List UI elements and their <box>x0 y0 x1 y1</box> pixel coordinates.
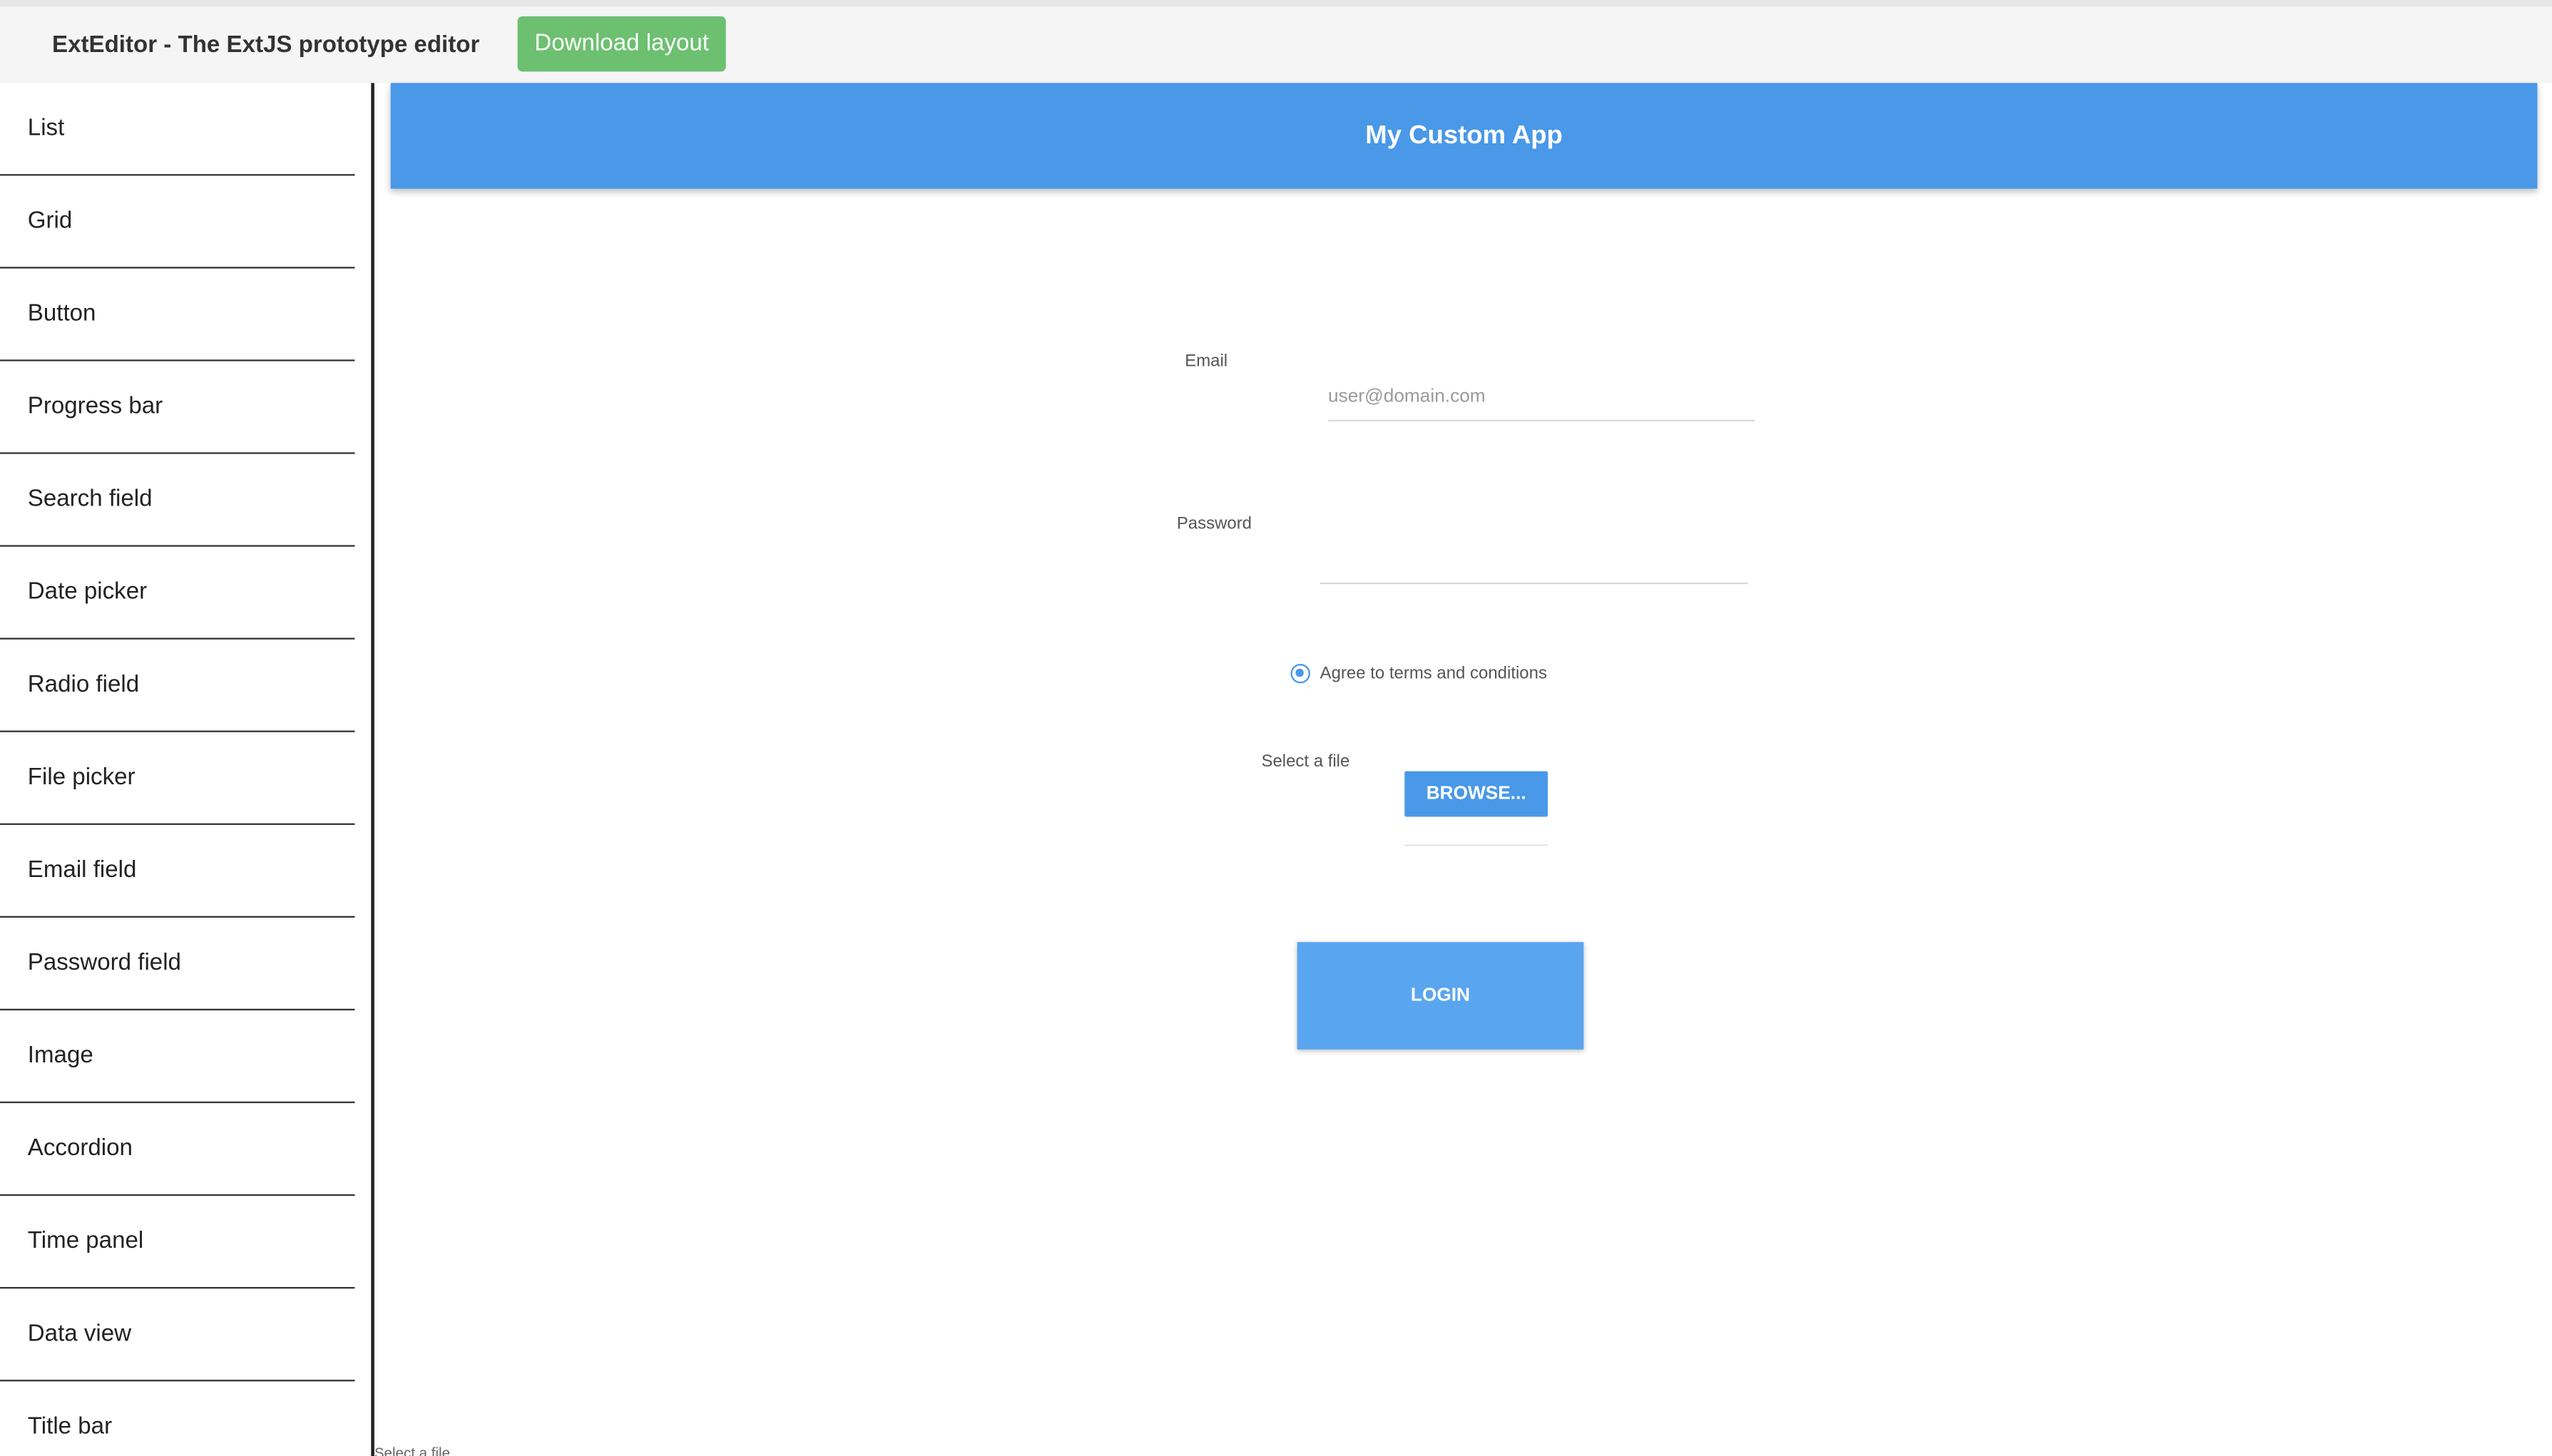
sidebar-item-progress-bar[interactable]: Progress bar <box>0 362 355 454</box>
sidebar-item-label: Data view <box>27 1321 132 1348</box>
sidebar-item-data-view[interactable]: Data view <box>0 1288 355 1382</box>
sidebar-item-search-field[interactable]: Search field <box>0 454 355 547</box>
sidebar-item-label: Accordion <box>27 1135 133 1162</box>
sidebar-item-label: Title bar <box>27 1413 113 1440</box>
sidebar-item-accordion[interactable]: Accordion <box>0 1103 355 1196</box>
sidebar-item-file-picker[interactable]: File picker <box>0 732 355 825</box>
component-sidebar: List Grid Button Progress bar Search fie… <box>0 83 374 1456</box>
sidebar-item-button[interactable]: Button <box>0 269 355 362</box>
sidebar-item-label: Time panel <box>27 1228 144 1255</box>
file-field-underline <box>1404 844 1548 846</box>
radio-selected-icon[interactable] <box>1290 664 1310 684</box>
sidebar-item-label: File picker <box>27 764 136 791</box>
browse-button[interactable]: BROWSE... <box>1404 771 1548 817</box>
sidebar-item-label: Search field <box>27 486 153 513</box>
login-button[interactable]: LOGIN <box>1297 942 1584 1050</box>
app-title-bar: My Custom App <box>390 83 2538 189</box>
sidebar-item-date-picker[interactable]: Date picker <box>0 547 355 640</box>
sidebar-item-label: Button <box>27 301 96 327</box>
file-picker-label: Select a file <box>1261 752 1350 771</box>
sidebar-item-grid[interactable]: Grid <box>0 175 355 269</box>
sidebar-item-time-panel[interactable]: Time panel <box>0 1196 355 1289</box>
sidebar-item-label: Progress bar <box>27 394 163 420</box>
editor-root: ExtEditor - The ExtJS prototype editor D… <box>0 0 2552 1456</box>
sidebar-item-image[interactable]: Image <box>0 1010 355 1104</box>
sidebar-item-label: Password field <box>27 950 181 977</box>
sidebar-item-list[interactable]: List <box>0 83 355 176</box>
sidebar-item-label: Radio field <box>27 672 140 698</box>
top-toolbar: ExtEditor - The ExtJS prototype editor D… <box>0 0 2552 83</box>
email-label: Email <box>1185 351 1228 371</box>
app-title: ExtEditor - The ExtJS prototype editor <box>52 32 480 59</box>
sidebar-item-label: Image <box>27 1042 93 1070</box>
sidebar-item-label: List <box>27 116 65 142</box>
sidebar-item-label: Email field <box>27 857 137 884</box>
sidebar-item-radio-field[interactable]: Radio field <box>0 640 355 732</box>
password-field[interactable] <box>1320 537 1748 585</box>
download-layout-button[interactable]: Download layout <box>517 16 726 72</box>
email-field[interactable] <box>1328 374 1755 422</box>
sidebar-item-label: Grid <box>27 208 73 235</box>
terms-radio-label[interactable]: Agree to terms and conditions <box>1320 664 1547 683</box>
sidebar-item-title-bar[interactable]: Title bar <box>0 1381 354 1456</box>
app-header-title: My Custom App <box>1365 121 1563 149</box>
password-label: Password <box>1176 514 1252 534</box>
sidebar-item-password-field[interactable]: Password field <box>0 918 355 1011</box>
sidebar-item-email-field[interactable]: Email field <box>0 825 355 918</box>
dragged-component-hint: Select a file <box>374 1445 451 1456</box>
sidebar-item-label: Date picker <box>27 579 148 605</box>
